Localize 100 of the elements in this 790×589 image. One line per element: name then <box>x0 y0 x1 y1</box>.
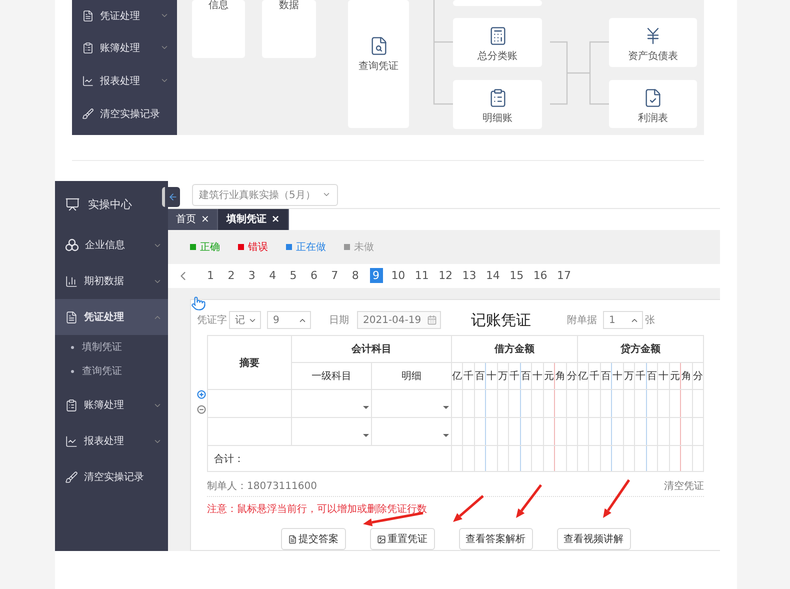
digit-header: 分 <box>566 362 578 390</box>
tab[interactable]: 首页 × <box>168 209 218 230</box>
close-tab-button[interactable]: × <box>201 214 210 225</box>
sidebar-item[interactable]: 报表处理 <box>72 64 177 97</box>
page-number[interactable]: 11 <box>414 268 430 284</box>
module-card[interactable]: 明细账 <box>453 80 542 129</box>
sidebar-item[interactable]: 账簿处理 <box>55 387 168 423</box>
caret-icon <box>160 43 169 52</box>
page-number[interactable]: 4 <box>266 268 280 284</box>
module-card[interactable]: 资产负债表 <box>609 18 697 67</box>
column-header: 会计科目 <box>292 336 452 362</box>
page-number[interactable]: 10 <box>390 268 406 284</box>
pointer-arrow <box>363 512 424 526</box>
page-number[interactable]: 6 <box>307 268 320 284</box>
module-card[interactable]: 数据 <box>262 0 316 58</box>
action-button[interactable]: 重置凭证 <box>370 528 434 550</box>
voucher-type-select[interactable]: 记 <box>229 311 261 329</box>
module-card[interactable]: 总分类账 <box>453 18 542 67</box>
hand-pointer-icon <box>191 296 206 311</box>
pointer-arrow <box>603 479 630 518</box>
sidebar-item[interactable]: 凭证处理 <box>55 299 168 335</box>
page-number[interactable]: 13 <box>461 268 478 284</box>
close-tab-button[interactable]: × <box>271 214 280 225</box>
sidebar-item[interactable]: 清空实操记录 <box>55 459 168 495</box>
brush-icon <box>65 470 78 484</box>
digit-header: 角 <box>680 362 692 390</box>
digit-header: 十 <box>658 362 670 390</box>
account-select[interactable] <box>292 418 372 446</box>
notepad-icon <box>65 310 78 324</box>
page-number[interactable]: 8 <box>348 268 362 284</box>
calendar-icon <box>427 315 437 325</box>
page-number[interactable]: 5 <box>286 268 300 284</box>
digit-header: 千 <box>462 362 474 390</box>
page-number[interactable]: 3 <box>245 268 258 284</box>
digit-header: 十 <box>486 362 498 390</box>
note-text: 注意：鼠标悬浮当前行，可以增加或删除凭证行数 <box>207 504 427 516</box>
digit-header: 千 <box>588 362 600 390</box>
digit-header: 万 <box>623 362 635 390</box>
sidebar-item[interactable]: 账簿处理 <box>72 31 177 64</box>
caret-icon <box>443 406 449 409</box>
page-number[interactable]: 15 <box>508 268 525 284</box>
page-number[interactable]: 14 <box>484 268 501 284</box>
summary-field[interactable] <box>208 390 292 418</box>
page-number[interactable]: 16 <box>532 268 548 284</box>
page-number[interactable]: 17 <box>556 268 572 284</box>
page-number[interactable]: 2 <box>224 268 238 284</box>
tab[interactable]: 填制凭证 × <box>218 209 289 230</box>
sidebar-item[interactable]: 清空实操记录 <box>72 97 177 130</box>
digit-header: 百 <box>520 362 532 390</box>
page-number[interactable]: 9 <box>370 268 382 284</box>
legend-label: 正在做 <box>296 240 326 254</box>
maker-label: 制单人：18073111600 <box>207 480 317 493</box>
course-select[interactable]: 建筑行业真账实操（5月） <box>192 184 338 206</box>
column-header: 一级科目 <box>292 362 372 390</box>
module-card[interactable]: 信息 <box>192 0 245 58</box>
sidebar-item[interactable]: 报表处理 <box>55 423 168 459</box>
digit-header: 十 <box>612 362 624 390</box>
page-number[interactable]: 12 <box>438 268 454 284</box>
number-field[interactable]: 9 <box>267 311 311 329</box>
date-field[interactable]: 2021-04-19 <box>357 311 441 329</box>
action-button[interactable]: 查看视频讲解 <box>556 528 630 550</box>
account-select[interactable] <box>372 390 452 418</box>
line-chart-icon <box>82 74 94 86</box>
digit-header: 十 <box>532 362 544 390</box>
module-card[interactable]: 利润表 <box>609 80 697 128</box>
digit-header: 百 <box>474 362 486 390</box>
image-icon <box>376 534 386 544</box>
clear-voucher-link[interactable]: 清空凭证 <box>664 479 704 493</box>
summary-field[interactable] <box>208 418 292 446</box>
digit-header: 角 <box>554 362 566 390</box>
field-label: 张 <box>645 314 655 327</box>
column-header: 明细 <box>372 362 452 390</box>
field-label: 日期 <box>329 314 349 327</box>
page-number[interactable]: 7 <box>328 268 342 284</box>
submenu-item[interactable]: 查询凭证 <box>55 359 168 383</box>
page-number[interactable]: 1 <box>204 268 217 284</box>
caret-icon <box>160 11 169 20</box>
add-row-icon[interactable] <box>197 390 206 399</box>
account-select[interactable] <box>372 418 452 446</box>
sidebar-item[interactable]: 期初数据 <box>55 263 168 299</box>
bar-chart-icon <box>65 274 78 288</box>
submenu-item[interactable]: 填制凭证 <box>55 335 168 359</box>
caret-icon <box>363 406 369 409</box>
collapse-button[interactable] <box>162 187 180 207</box>
clipboard-icon <box>82 42 94 54</box>
sidebar-item[interactable]: 凭证处理 <box>72 0 177 31</box>
brush-icon <box>82 108 94 120</box>
remove-row-icon[interactable] <box>197 405 206 414</box>
digit-header: 千 <box>508 362 520 390</box>
action-button[interactable]: 提交答案 <box>280 528 346 550</box>
caret-icon <box>160 76 169 85</box>
action-button[interactable]: 查看答案解析 <box>458 528 532 550</box>
number-field[interactable]: 1 <box>603 311 643 329</box>
total-label: 合计： <box>214 454 244 464</box>
module-card[interactable]: 查询凭证 <box>348 0 409 128</box>
digit-header: 亿 <box>452 362 463 390</box>
account-select[interactable] <box>292 390 372 418</box>
sidebar-item[interactable]: 企业信息 <box>55 227 168 263</box>
circles-icon <box>65 238 79 252</box>
caret-icon <box>363 434 369 437</box>
